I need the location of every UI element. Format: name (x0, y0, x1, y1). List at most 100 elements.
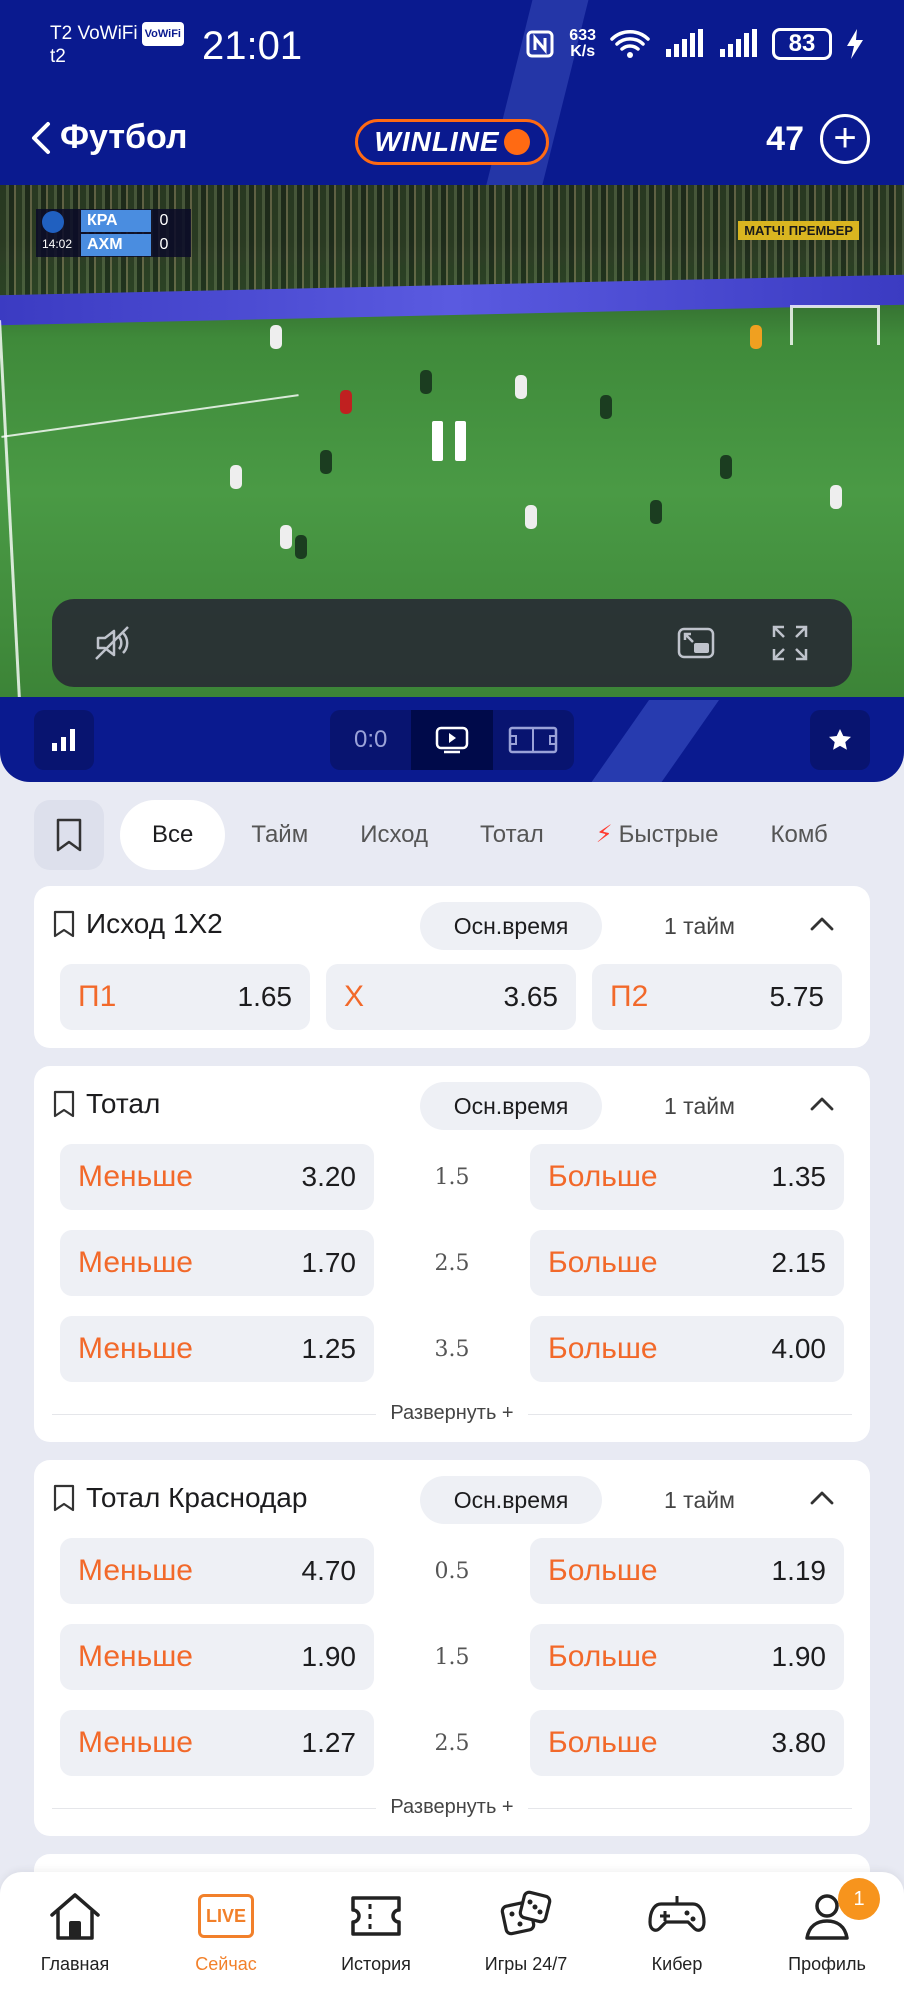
odd-button[interactable]: П1 1.65 (60, 964, 310, 1030)
tab-half[interactable]: Тайм (225, 800, 334, 870)
nav-cyber[interactable]: Кибер (602, 1886, 752, 1975)
period-first-half[interactable]: 1 тайм (664, 1476, 735, 1524)
odds-row: П1 1.65 X 3.65 П2 5.75 (60, 964, 842, 1030)
bookmark-icon[interactable] (52, 909, 76, 939)
odd-under-button[interactable]: Меньше 1.70 (60, 1230, 374, 1296)
odd-under-button[interactable]: Меньше 1.90 (60, 1624, 374, 1690)
odd-value: 1.35 (771, 1161, 827, 1192)
net-speed-value: 633 (569, 27, 596, 44)
total-row: Меньше 1.27 2.5 Больше 3.80 (60, 1710, 844, 1776)
odd-label: Больше (548, 1246, 658, 1279)
picture-in-picture-icon[interactable] (676, 623, 716, 663)
odd-label: Меньше (78, 1332, 193, 1365)
bookmark-filter-button[interactable] (34, 800, 104, 870)
total-line: 2.5 (434, 1730, 470, 1756)
gamepad-icon (648, 1896, 706, 1932)
status-time: 21:01 (202, 24, 303, 68)
market-header[interactable]: Тотал Краснодар Осн.время 1 тайм (34, 1460, 870, 1538)
top-panel: T2 VoWiFi VoWiFi t2 21:01 633 K/s 83 Футбо… (0, 0, 904, 782)
odd-over-button[interactable]: Больше 2.15 (530, 1230, 844, 1296)
period-main-time[interactable]: Осн.время (420, 902, 602, 950)
odd-button[interactable]: П2 5.75 (592, 964, 842, 1030)
expand-link[interactable]: Развернуть + (52, 1402, 852, 1425)
favorite-button[interactable] (810, 710, 870, 770)
odd-over-button[interactable]: Больше 1.19 (530, 1538, 844, 1604)
tab-video[interactable] (411, 710, 493, 770)
home-icon (50, 1893, 100, 1940)
chevron-up-icon[interactable] (808, 910, 836, 938)
odd-label: Меньше (78, 1640, 193, 1673)
odd-label: Меньше (78, 1554, 193, 1587)
video-player[interactable]: КРА 0 АХМ 0 14:02 МАТЧ! ПРЕМЬЕР (0, 185, 904, 697)
notification-badge: 1 (838, 1878, 880, 1920)
tab-field[interactable] (493, 710, 574, 770)
period-first-half[interactable]: 1 тайм (664, 1082, 735, 1130)
odd-button[interactable]: X 3.65 (326, 964, 576, 1030)
carrier-name: T2 VoWiFi (50, 23, 138, 44)
tab-fast[interactable]: ⚡ Быстрые (570, 800, 745, 870)
chevron-up-icon[interactable] (808, 1090, 836, 1118)
odd-value: 3.20 (301, 1161, 357, 1192)
odd-label: Больше (548, 1640, 658, 1673)
market-header[interactable]: Исход 1X2 Осн.время 1 тайм (34, 886, 870, 964)
market-header[interactable]: Тотал Осн.время 1 тайм (34, 1066, 870, 1144)
nav-games[interactable]: Игры 24/7 (451, 1886, 601, 1975)
bookmark-icon[interactable] (52, 1089, 76, 1119)
odd-value: 1.90 (301, 1641, 357, 1672)
add-button[interactable]: + (820, 114, 870, 164)
live-icon: LIVE (198, 1894, 254, 1938)
odd-over-button[interactable]: Больше 1.35 (530, 1144, 844, 1210)
tab-all[interactable]: Все (120, 800, 226, 870)
odd-under-button[interactable]: Меньше 1.25 (60, 1316, 374, 1382)
tab-score[interactable]: 0:0 (330, 710, 411, 770)
bolt-icon: ⚡ (595, 821, 613, 848)
stats-button[interactable] (34, 710, 94, 770)
expand-label: Развернуть + (376, 1796, 528, 1818)
market-filter-tabs: Все Тайм Исход Тотал ⚡ Быстрые Комб (34, 800, 904, 870)
odd-over-button[interactable]: Больше 1.90 (530, 1624, 844, 1690)
total-line: 1.5 (434, 1164, 470, 1190)
pause-icon[interactable] (432, 421, 466, 461)
logo-dot (503, 129, 530, 155)
chevron-up-icon[interactable] (808, 1484, 836, 1512)
period-main-time[interactable]: Осн.время (420, 1082, 602, 1130)
nav-live[interactable]: LIVE Сейчас (151, 1886, 301, 1975)
odd-label: Больше (548, 1554, 658, 1587)
expand-label: Развернуть + (376, 1402, 528, 1424)
total-row: Меньше 1.90 1.5 Больше 1.90 (60, 1624, 844, 1690)
nav-home[interactable]: Главная (0, 1886, 150, 1975)
ticket-icon (351, 1896, 401, 1936)
tab-combo[interactable]: Комб (745, 800, 828, 870)
expand-link[interactable]: Развернуть + (52, 1796, 852, 1819)
odd-over-button[interactable]: Больше 3.80 (530, 1710, 844, 1776)
mute-icon[interactable] (92, 623, 132, 663)
odd-value: 3.80 (771, 1727, 827, 1758)
team1-abbr: КРА (81, 210, 151, 232)
bottom-navigation: Главная LIVE Сейчас История Игры 24/7 Ки… (0, 1872, 904, 1999)
market-title-text: Тотал Краснодар (86, 1482, 308, 1513)
odd-label: Меньше (78, 1160, 193, 1193)
nav-home-label: Главная (40, 1954, 110, 1974)
odd-value: 3.65 (503, 981, 559, 1012)
period-first-half[interactable]: 1 тайм (664, 902, 735, 950)
period-main-time[interactable]: Осн.время (420, 1476, 602, 1524)
odd-over-button[interactable]: Больше 4.00 (530, 1316, 844, 1382)
odd-under-button[interactable]: Меньше 3.20 (60, 1144, 374, 1210)
tab-outcome[interactable]: Исход (334, 800, 454, 870)
charging-icon (847, 29, 863, 59)
back-button[interactable]: Футбол (30, 118, 188, 157)
odd-under-button[interactable]: Меньше 4.70 (60, 1538, 374, 1604)
nav-history[interactable]: История (301, 1886, 451, 1975)
tab-total[interactable]: Тотал (454, 800, 570, 870)
nav-profile[interactable]: Профиль 1 (752, 1878, 902, 1975)
nav-profile-label: Профиль (788, 1954, 866, 1974)
odd-value: 1.19 (771, 1555, 827, 1586)
player (420, 370, 432, 394)
nfc-icon (526, 30, 554, 58)
fullscreen-icon[interactable] (770, 623, 810, 663)
bookmark-icon[interactable] (52, 1483, 76, 1513)
odd-under-button[interactable]: Меньше 1.27 (60, 1710, 374, 1776)
broadcaster-logo: МАТЧ! ПРЕМЬЕР (738, 221, 859, 240)
market-card: Тотал Осн.время 1 тайм Меньше 3.20 1.5 Бо… (34, 1066, 870, 1442)
market-title-text: Исход 1X2 (86, 908, 223, 939)
